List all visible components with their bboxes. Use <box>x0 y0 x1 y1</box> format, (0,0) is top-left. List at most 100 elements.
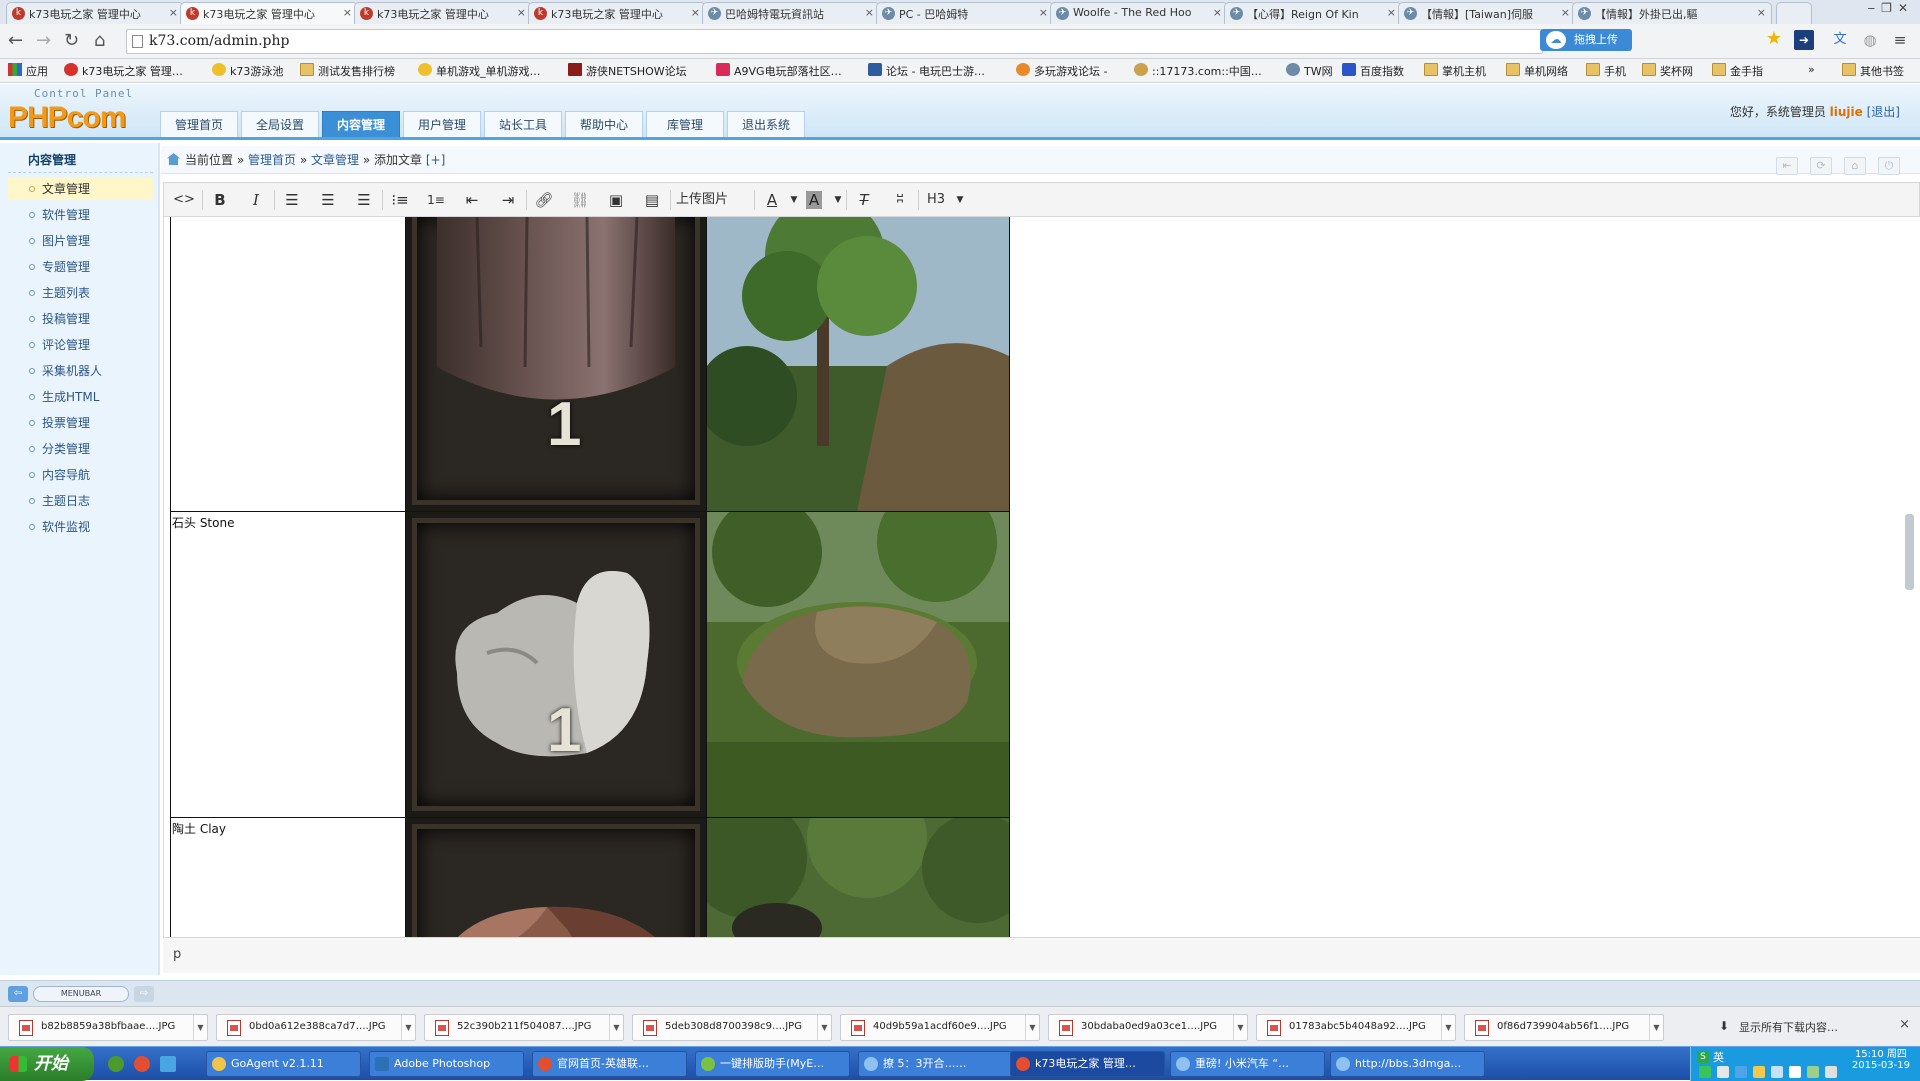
chevron-down-icon[interactable]: ▼ <box>948 188 972 212</box>
browser-tab[interactable]: k k73电玩之家 管理中心 × <box>6 2 184 24</box>
nav-tab-webmaster-tools[interactable]: 站长工具 <box>484 111 562 137</box>
sidebar-item-generate-html[interactable]: 生成HTML <box>8 386 153 408</box>
address-bar[interactable]: k73.com/admin.php <box>126 29 1543 54</box>
italic-button[interactable]: I <box>244 188 268 212</box>
bookmark-item[interactable]: k73游泳池 <box>212 63 283 79</box>
sidebar-item-topic-list[interactable]: 主题列表 <box>8 282 153 304</box>
home-page-icon[interactable]: ⌂ <box>1844 157 1866 175</box>
bookmark-item[interactable]: 百度指数 <box>1342 63 1404 79</box>
source-code-button[interactable]: <> <box>172 188 196 212</box>
sidebar-item-comments[interactable]: 评论管理 <box>8 334 153 356</box>
close-icon[interactable]: × <box>865 6 874 19</box>
sidebar-item-images[interactable]: 图片管理 <box>8 230 153 252</box>
link-icon[interactable]: 🔗︎ <box>532 188 556 212</box>
forward-arrow-icon[interactable]: → <box>36 30 51 51</box>
sidebar-item-software-monitor[interactable]: 软件监视 <box>8 516 153 538</box>
editor-scrollbar[interactable] <box>1905 514 1914 590</box>
arrow-left-icon[interactable]: ⇦ <box>8 986 28 1002</box>
start-button[interactable]: 开始 <box>0 1047 94 1081</box>
download-item[interactable]: 5deb308d8700398c9….JPG ▼ <box>632 1014 832 1041</box>
restore-icon[interactable]: ❐ <box>1881 1 1898 15</box>
bookmark-item[interactable]: A9VG电玩部落社区… <box>716 63 842 79</box>
new-tab-button[interactable] <box>1776 2 1812 24</box>
browser-tab[interactable]: k k73电玩之家 管理中心 × <box>354 2 532 24</box>
browser-tab[interactable]: k k73电玩之家 管理中心 × <box>528 2 706 24</box>
chevron-down-icon[interactable]: ▼ <box>1649 1015 1663 1040</box>
close-icon[interactable]: × <box>169 6 178 19</box>
close-icon[interactable]: × <box>691 6 700 19</box>
app-tray-icon[interactable] <box>1807 1066 1819 1078</box>
font-color-button[interactable]: A <box>760 188 784 212</box>
close-icon[interactable]: × <box>1561 6 1570 19</box>
sidebar-item-software[interactable]: 软件管理 <box>8 204 153 226</box>
browser-tab[interactable]: ✈ 【心得】Reign Of Kin × <box>1224 2 1402 24</box>
taskbar-item[interactable]: 官网首页-英雄联… <box>532 1051 687 1077</box>
bookmark-item[interactable]: 掌机主机 <box>1424 63 1486 79</box>
bookmark-item[interactable]: 应用 <box>8 63 48 79</box>
arrow-right-icon[interactable]: ⇨ <box>134 986 154 1002</box>
window-controls[interactable]: ‒❐✕ <box>1868 1 1914 15</box>
taskbar-item[interactable]: 撩 5：3开合…… <box>858 1051 1013 1077</box>
close-window-icon[interactable]: ✕ <box>1898 1 1914 15</box>
chevron-down-icon[interactable]: ▼ <box>782 188 806 212</box>
bookmark-item[interactable]: 测试发售排行榜 <box>300 63 395 79</box>
back-arrow-icon[interactable]: ← <box>8 30 23 51</box>
close-icon[interactable]: × <box>1039 6 1048 19</box>
app-tray-icon[interactable] <box>1771 1066 1783 1078</box>
editor-content-area[interactable]: 1 石头 Stone 1 陶土 Clay <box>163 217 1920 937</box>
logout-link[interactable]: [退出] <box>1867 105 1900 119</box>
close-icon[interactable]: × <box>517 6 526 19</box>
bookmark-item[interactable]: 单机游戏_单机游戏… <box>418 63 541 79</box>
nav-tab-logout-system[interactable]: 退出系统 <box>727 111 805 137</box>
nav-tab-content[interactable]: 内容管理 <box>322 111 400 137</box>
menu-icon[interactable]: ≡ <box>1890 30 1910 50</box>
app-tray-icon[interactable] <box>1735 1066 1747 1078</box>
nav-tab-library[interactable]: 库管理 <box>646 111 724 137</box>
bookmark-item[interactable]: 金手指 <box>1712 63 1763 79</box>
heading-select[interactable]: H3 <box>924 188 948 212</box>
chevron-down-icon[interactable]: ▼ <box>1233 1015 1247 1040</box>
upload-image-button[interactable]: 上传图片 <box>676 188 728 212</box>
ime-language-indicator[interactable]: 英 <box>1713 1049 1724 1065</box>
username[interactable]: liujie <box>1830 105 1863 119</box>
reload-icon[interactable]: ↻ <box>64 30 79 51</box>
bookmark-item[interactable]: ::17173.com::中国… <box>1134 63 1262 79</box>
sidebar-item-content-nav[interactable]: 内容导航 <box>8 464 153 486</box>
nav-tab-users[interactable]: 用户管理 <box>403 111 481 137</box>
download-item[interactable]: 52c390b211f504087….JPG ▼ <box>424 1014 624 1041</box>
bookmark-item[interactable]: 手机 <box>1586 63 1626 79</box>
align-left-icon[interactable]: ☰ <box>280 188 304 212</box>
breadcrumb-section-link[interactable]: 文章管理 <box>311 153 359 167</box>
chevron-down-icon[interactable]: ▼ <box>1441 1015 1455 1040</box>
bookmark-item[interactable]: k73电玩之家 管理… <box>64 63 183 79</box>
numbered-list-icon[interactable]: 1≡ <box>424 188 448 212</box>
taskbar-item[interactable]: GoAgent v2.1.11 <box>206 1051 361 1077</box>
back-page-icon[interactable]: ⇤ <box>1776 157 1798 175</box>
bookmark-item[interactable]: 单机网络 <box>1506 63 1568 79</box>
browser-tab[interactable]: ✈ Woolfe - The Red Hoo × <box>1050 2 1228 24</box>
chevron-down-icon[interactable]: ▼ <box>609 1015 623 1040</box>
download-item[interactable]: 01783abc5b4048a92….JPG ▼ <box>1256 1014 1456 1041</box>
close-icon[interactable]: × <box>1213 6 1222 19</box>
browser-tab[interactable]: ✈ 【情報】外掛已出,驅 × <box>1572 2 1772 24</box>
chevron-down-icon[interactable]: ▼ <box>817 1015 831 1040</box>
translate-icon[interactable]: 文 <box>1830 30 1850 50</box>
app-tray-icon[interactable] <box>1753 1066 1765 1078</box>
sidebar-item-submissions[interactable]: 投稿管理 <box>8 308 153 330</box>
taskbar-item[interactable]: 重磅! 小米汽车 “… <box>1170 1051 1325 1077</box>
sidebar-item-topic-log[interactable]: 主题日志 <box>8 490 153 512</box>
sidebar-item-categories[interactable]: 分类管理 <box>8 438 153 460</box>
browser-tab-active[interactable]: k k73电玩之家 管理中心 × <box>180 2 358 25</box>
download-item[interactable]: 40d9b59a1acdf60e9….JPG ▼ <box>840 1014 1040 1041</box>
insert-media-icon[interactable]: ▤ <box>640 188 664 212</box>
taskbar-item[interactable]: 一键排版助手(MyE… <box>695 1051 850 1077</box>
drag-upload-extension-button[interactable]: ☁ 拖拽上传 <box>1540 29 1632 51</box>
volume-icon[interactable] <box>1717 1066 1729 1078</box>
align-center-icon[interactable]: ☰ <box>316 188 340 212</box>
close-icon[interactable]: × <box>1899 1017 1910 1032</box>
align-right-icon[interactable]: ☰ <box>352 188 376 212</box>
download-item[interactable]: b82b8859a38bfbaae….JPG ▼ <box>8 1014 208 1041</box>
app-tray-icon[interactable] <box>1825 1066 1837 1078</box>
nav-tab-help[interactable]: 帮助中心 <box>565 111 643 137</box>
bookmarks-overflow-chevron[interactable]: » <box>1808 63 1815 76</box>
